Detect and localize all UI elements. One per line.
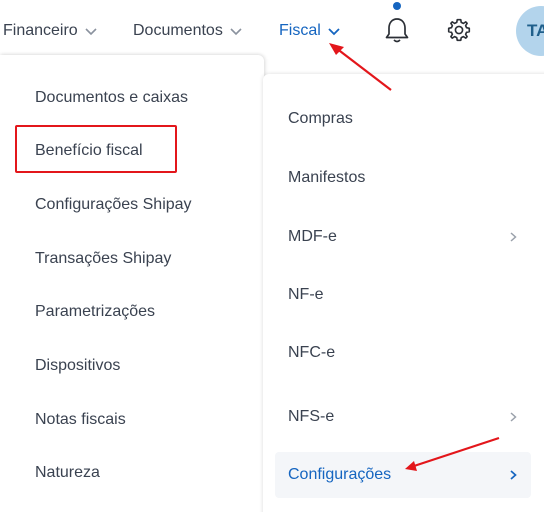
menu-item-parametrizacoes[interactable]: Parametrizações — [35, 300, 155, 324]
notification-dot — [393, 2, 401, 10]
settings-button[interactable] — [446, 17, 472, 43]
menu-item-label: Natureza — [35, 464, 100, 481]
menu-item-dispositivos[interactable]: Dispositivos — [35, 354, 120, 378]
submenu-item-label: Manifestos — [288, 169, 366, 186]
nav-item-fiscal[interactable]: Fiscal — [279, 20, 341, 42]
submenu-item-label: Compras — [288, 110, 353, 127]
submenu-item-compras[interactable]: Compras — [275, 96, 531, 142]
menu-item-label: Parametrizações — [35, 303, 156, 320]
nav-item-documentos[interactable]: Documentos — [133, 20, 243, 42]
submenu-item-label: NFC-e — [288, 344, 336, 361]
chevron-down-icon — [85, 28, 97, 36]
submenu-item-configuracoes[interactable]: Configurações — [275, 452, 531, 498]
submenu-item-manifestos[interactable]: Manifestos — [275, 155, 531, 201]
chevron-right-icon — [510, 232, 517, 242]
submenu-item-label: NFS-e — [288, 408, 335, 425]
chevron-down-icon — [328, 28, 340, 36]
menu-item-natureza[interactable]: Natureza — [35, 461, 100, 485]
submenu-item-nfc-e[interactable]: NFC-e — [275, 330, 531, 376]
nav-item-financeiro[interactable]: Financeiro — [3, 20, 98, 42]
top-navigation-bar: Financeiro Documentos Fiscal TA — [0, 0, 544, 60]
user-avatar[interactable]: TA — [516, 6, 544, 56]
menu-item-label: Documentos e caixas — [35, 89, 188, 106]
notifications-button[interactable] — [384, 16, 410, 44]
menu-item-label: Benefício fiscal — [35, 142, 143, 159]
submenu-item-mdf-e[interactable]: MDF-e — [275, 214, 531, 260]
chevron-down-icon — [230, 28, 242, 36]
menu-item-label: Transações Shipay — [35, 250, 172, 267]
menu-item-transacoes-shipay[interactable]: Transações Shipay — [35, 247, 171, 271]
submenu-item-label: MDF-e — [288, 228, 337, 245]
gear-icon — [447, 18, 471, 42]
nav-item-label: Fiscal — [279, 22, 321, 39]
menu-item-label: Dispositivos — [35, 357, 121, 374]
menu-item-configuracoes-shipay[interactable]: Configurações Shipay — [35, 193, 192, 217]
chevron-right-icon — [510, 412, 517, 422]
nav-item-label: Documentos — [133, 22, 223, 39]
menu-item-beneficio-fiscal[interactable]: Benefício fiscal — [35, 139, 143, 163]
avatar-initials: TA — [527, 21, 544, 40]
submenu-item-label: Configurações — [288, 466, 392, 483]
menu-item-notas-fiscais[interactable]: Notas fiscais — [35, 408, 126, 432]
menu-item-label: Notas fiscais — [35, 411, 126, 428]
submenu-item-label: NF-e — [288, 286, 324, 303]
fiscal-dropdown-menu — [0, 55, 264, 512]
menu-item-label: Configurações Shipay — [35, 196, 192, 213]
submenu-item-nf-e[interactable]: NF-e — [275, 272, 531, 318]
menu-item-documentos-e-caixas[interactable]: Documentos e caixas — [35, 86, 188, 110]
submenu-item-nfs-e[interactable]: NFS-e — [275, 394, 531, 440]
bell-icon — [385, 18, 409, 43]
chevron-right-icon — [510, 470, 517, 480]
nav-item-label: Financeiro — [3, 22, 78, 39]
